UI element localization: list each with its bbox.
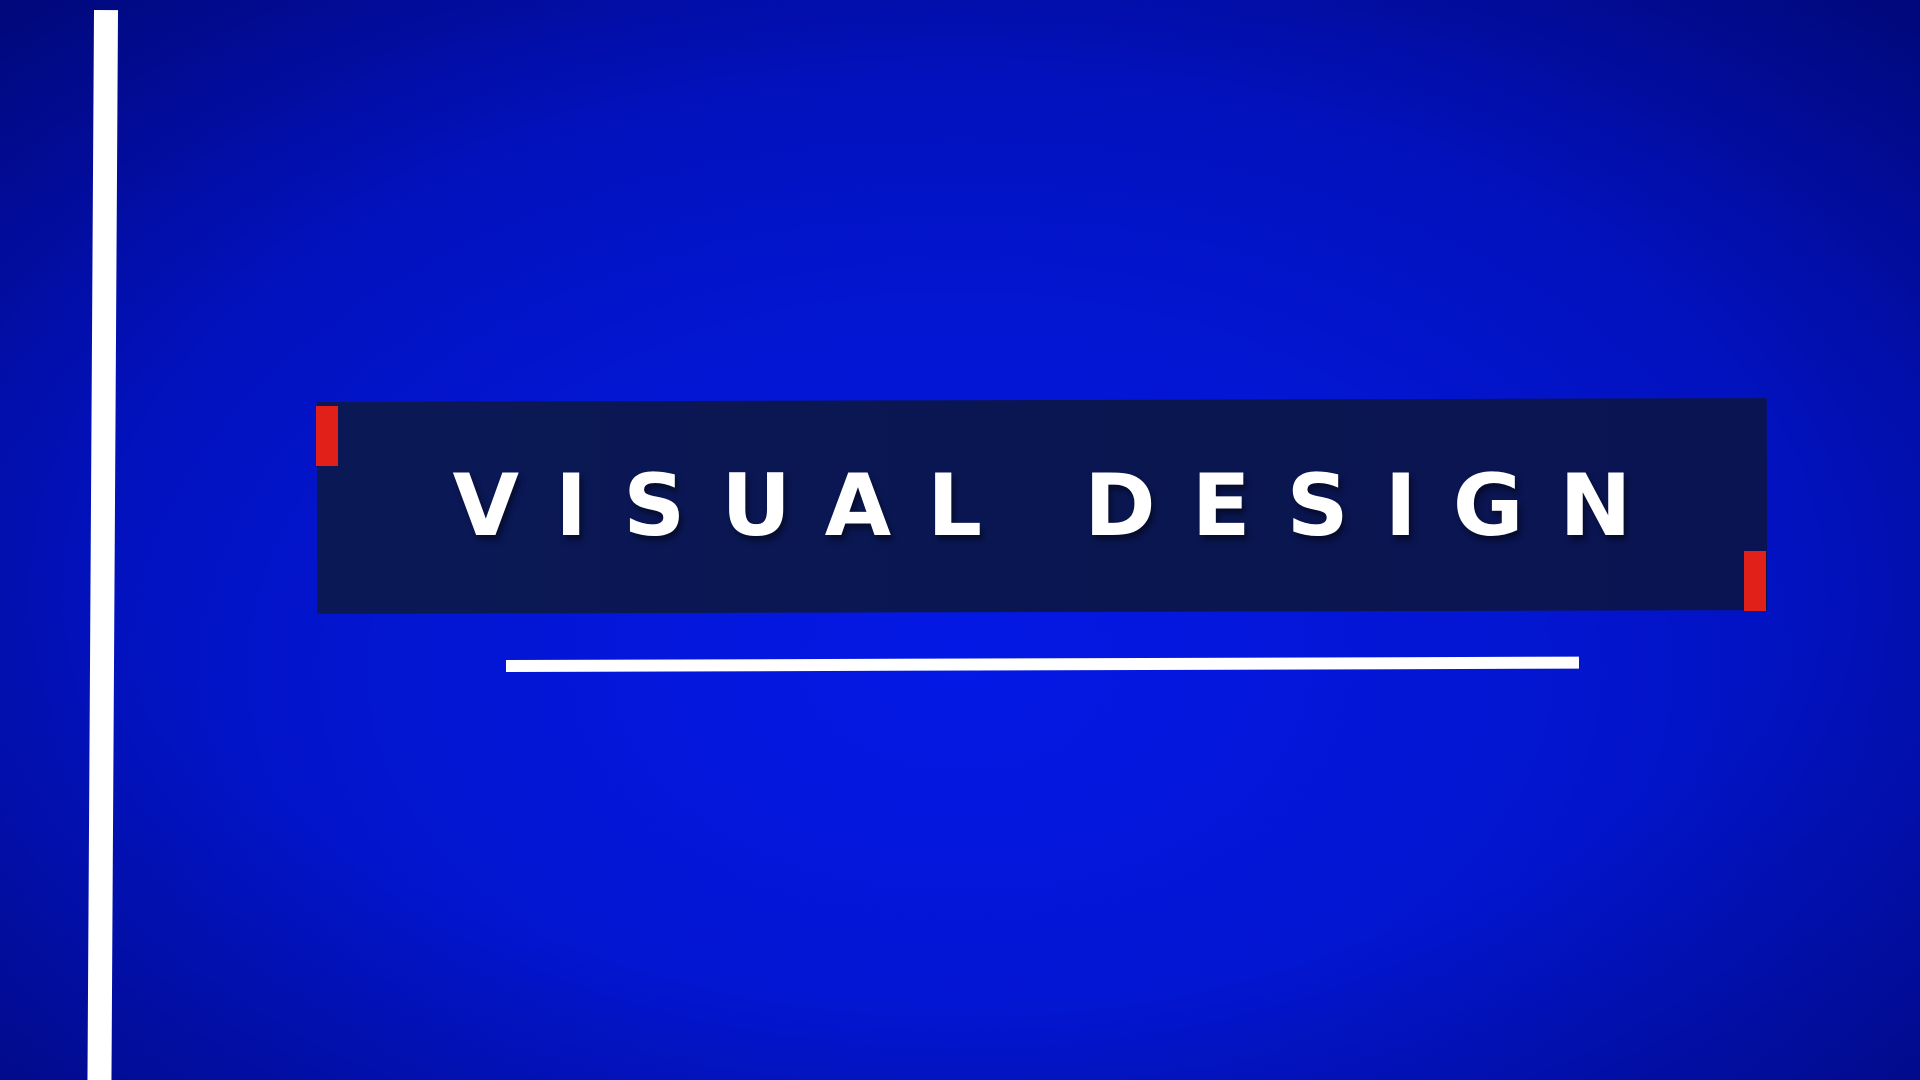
title-text: VISUAL DESIGN — [452, 456, 1668, 556]
title-underline-rule — [505, 656, 1580, 672]
left-vertical-rule — [87, 10, 118, 1080]
